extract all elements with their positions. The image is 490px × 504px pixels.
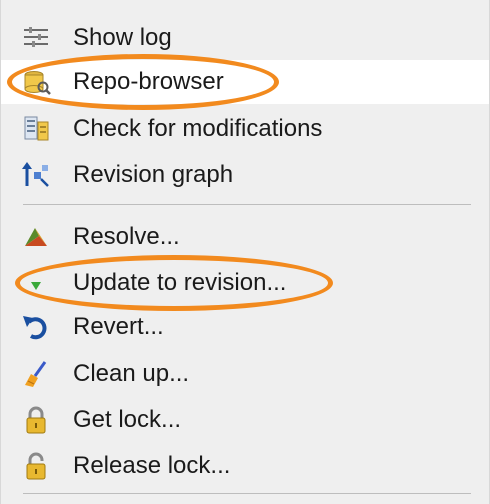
update-icon xyxy=(21,268,51,298)
menu-item-label: Resolve... xyxy=(73,223,180,250)
menu-item-label: Check for modifications xyxy=(73,115,323,142)
menu-item-check-modifications[interactable]: Check for modifications xyxy=(1,107,489,151)
unlock-icon xyxy=(21,451,51,481)
menu-item-label: Repo-browser xyxy=(73,68,224,95)
show-log-icon xyxy=(21,23,51,53)
lock-icon xyxy=(21,405,51,435)
menu-item-label: Revision graph xyxy=(73,161,234,188)
menu-item-resolve[interactable]: Resolve... xyxy=(1,215,489,259)
menu-item-update-to-revision[interactable]: Update to revision... xyxy=(1,261,489,305)
menu-separator xyxy=(23,204,471,205)
cleanup-icon xyxy=(21,359,51,389)
menu-item-label: Revert... xyxy=(73,313,164,340)
menu-item-label: Clean up... xyxy=(73,360,190,387)
menu-item-revert[interactable]: Revert... xyxy=(1,305,489,349)
menu-item-label: Update to revision... xyxy=(73,269,287,296)
menu-item-release-lock[interactable]: Release lock... xyxy=(1,444,489,488)
context-menu: Show log Repo-browser Check for modifica… xyxy=(0,0,490,504)
menu-separator xyxy=(23,493,471,494)
revision-graph-icon xyxy=(21,160,51,190)
menu-item-label: Get lock... xyxy=(73,406,182,433)
revert-icon xyxy=(21,312,51,342)
menu-item-label: Release lock... xyxy=(73,452,231,479)
repo-browser-icon xyxy=(21,67,51,97)
menu-item-show-log[interactable]: Show log xyxy=(1,16,489,60)
menu-item-get-lock[interactable]: Get lock... xyxy=(1,398,489,442)
menu-item-repo-browser[interactable]: Repo-browser xyxy=(1,60,489,104)
menu-item-label: Show log xyxy=(73,24,172,51)
check-modifications-icon xyxy=(21,114,51,144)
menu-item-revision-graph[interactable]: Revision graph xyxy=(1,153,489,197)
resolve-icon xyxy=(21,222,51,252)
menu-item-clean-up[interactable]: Clean up... xyxy=(1,352,489,396)
